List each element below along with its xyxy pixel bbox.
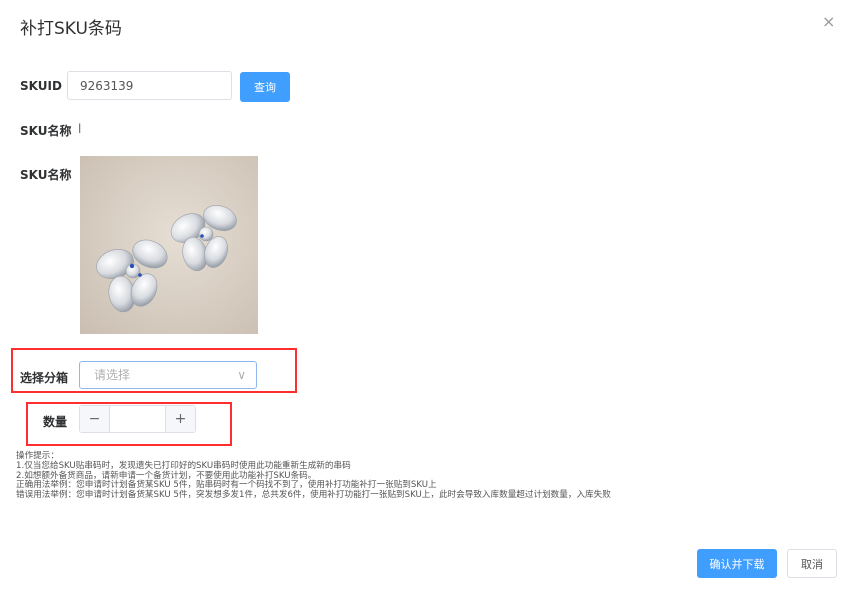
skuid-label: SKUID	[20, 79, 62, 93]
box-select-label: 选择分箱	[20, 371, 69, 385]
dialog-title: 补打SKU条码	[20, 19, 122, 39]
product-image	[80, 156, 258, 334]
quantity-stepper[interactable]: − +	[79, 405, 196, 433]
query-button[interactable]: 查询	[240, 72, 290, 102]
operation-tips: 操作提示： 1.仅当您给SKU贴串码时，发现遗失已打印好的SKU串码时使用此功能…	[16, 451, 611, 501]
skuid-input[interactable]	[67, 71, 232, 100]
sku-name-label: SKU名称	[20, 124, 72, 138]
tip-line: 错误用法举例：您申请时计划备货某SKU 5件，突发想多发1件，总共发6件，使用补…	[16, 490, 611, 501]
earrings-illustration	[80, 156, 258, 334]
increment-button[interactable]: +	[165, 406, 195, 432]
decrement-button[interactable]: −	[80, 406, 110, 432]
chevron-down-icon: ∨	[237, 368, 246, 382]
quantity-label: 数量	[43, 415, 68, 429]
box-select-placeholder: 请选择	[94, 368, 131, 382]
cancel-button[interactable]: 取消	[787, 549, 837, 578]
box-select[interactable]: 请选择 ∨	[79, 361, 257, 389]
sku-name-value: l	[78, 122, 82, 136]
confirm-download-button[interactable]: 确认并下载	[697, 549, 777, 578]
close-icon[interactable]: ×	[822, 12, 835, 31]
quantity-input[interactable]	[110, 406, 165, 432]
sku-image-label: SKU名称	[20, 168, 72, 182]
